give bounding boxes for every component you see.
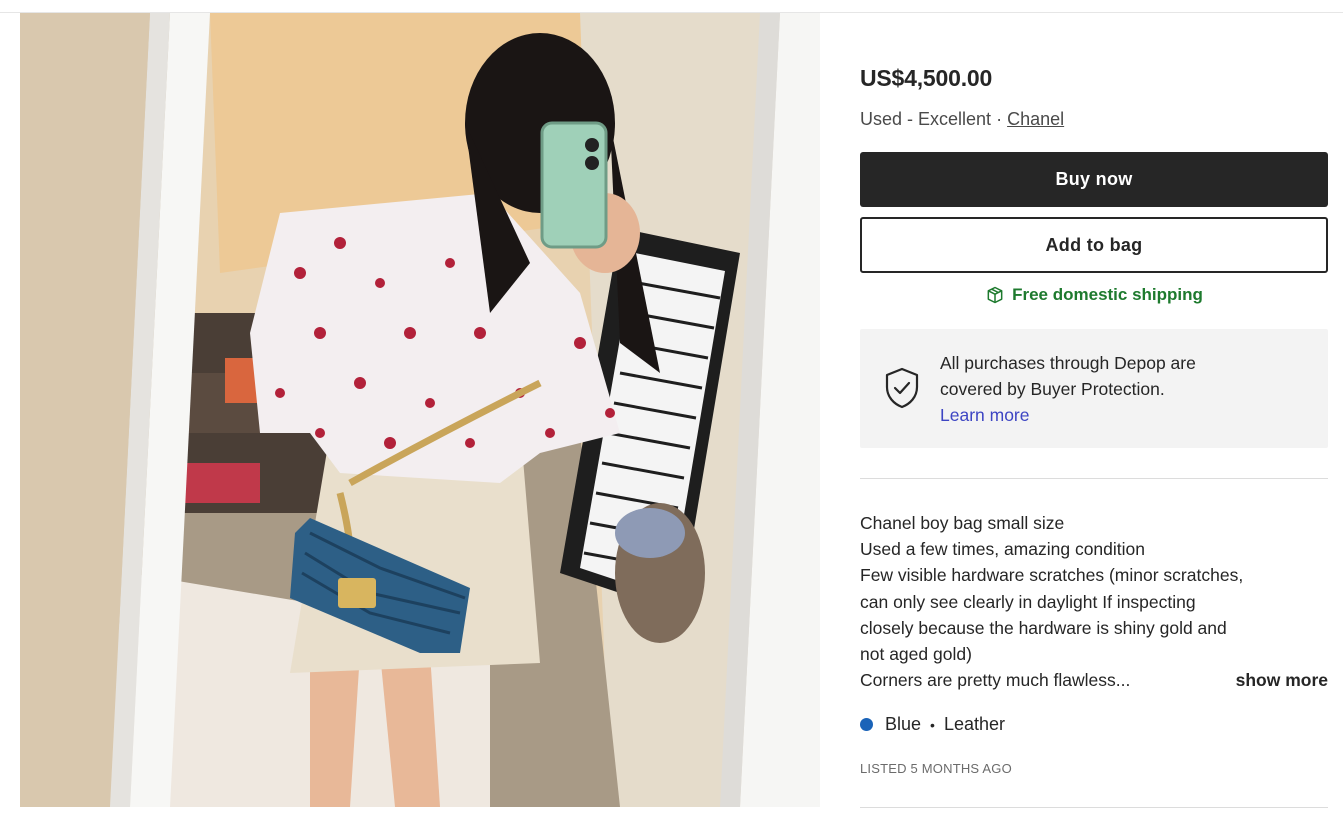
- color-swatch: [860, 718, 873, 731]
- condition-label: Used - Excellent: [860, 109, 992, 129]
- description-line: Few visible hardware scratches (minor sc…: [860, 565, 1244, 586]
- description-line: Chanel boy bag small size: [860, 513, 1065, 533]
- product-photo[interactable]: [20, 13, 820, 807]
- box-icon: [987, 286, 1003, 304]
- description-last-row: Corners are pretty much flawless... show…: [860, 667, 1328, 693]
- description-line: Corners are pretty much flawless...: [860, 670, 1131, 691]
- description-line: can only see clearly in daylight If insp…: [860, 591, 1196, 612]
- description-line: Used a few times, amazing condition: [860, 539, 1145, 560]
- product-meta: Used - Excellent · Chanel: [860, 109, 1064, 130]
- product-attributes: Blue • Leather: [860, 714, 1005, 735]
- shipping-info: Free domestic shipping: [860, 285, 1328, 305]
- section-divider: [860, 807, 1328, 808]
- shipping-label: Free domestic shipping: [1012, 285, 1203, 304]
- color-attribute: Blue: [885, 714, 922, 734]
- product-photo-illustration: [20, 13, 820, 807]
- buyer-protection-line1: All purchases through Depop are: [940, 353, 1196, 373]
- description-line: closely because the hardware is shiny go…: [860, 617, 1227, 638]
- listed-date: LISTED 5 MONTHS AGO: [860, 761, 1012, 776]
- show-more-button[interactable]: show more: [1236, 667, 1328, 693]
- product-description: Chanel boy bag small size Used a few tim…: [860, 510, 1328, 693]
- brand-link[interactable]: Chanel: [1007, 109, 1064, 129]
- add-to-bag-button[interactable]: Add to bag: [860, 217, 1328, 273]
- buyer-protection-line2: covered by Buyer Protection.: [940, 379, 1165, 399]
- material-attribute: Leather: [943, 714, 1005, 734]
- buy-now-button[interactable]: Buy now: [860, 152, 1328, 207]
- product-price: US$4,500.00: [860, 65, 993, 91]
- learn-more-link[interactable]: Learn more: [940, 402, 1310, 428]
- buyer-protection-text: All purchases through Depop are covered …: [940, 350, 1310, 428]
- meta-separator: ·: [996, 109, 1003, 129]
- description-line: not aged gold): [860, 644, 972, 665]
- shield-check-icon: [885, 367, 919, 409]
- attribute-separator: •: [930, 716, 935, 733]
- buyer-protection-box: All purchases through Depop are covered …: [860, 329, 1328, 448]
- section-divider: [860, 478, 1328, 479]
